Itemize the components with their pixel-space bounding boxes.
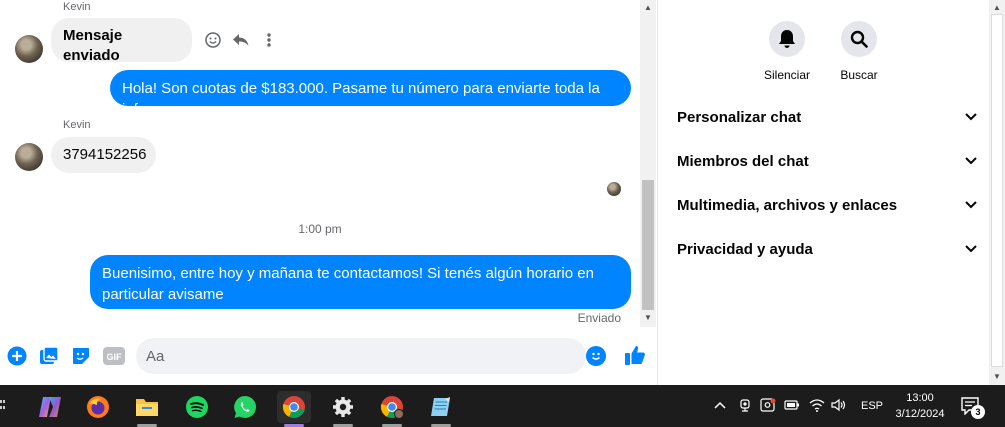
- message-list[interactable]: Kevin Mensaje enviado Hola! Son cuotas d…: [0, 0, 640, 327]
- chat-scrollbar[interactable]: ▲ ▼: [640, 0, 656, 327]
- section-label: Miembros del chat: [677, 152, 809, 170]
- widgets-edge-icon[interactable]: [0, 398, 6, 414]
- sent-status: Enviado: [577, 311, 621, 325]
- mute-action[interactable]: Silenciar: [747, 21, 827, 82]
- more-vertical-icon[interactable]: [259, 30, 279, 50]
- chat-info-panel: Silenciar Buscar Personalizar chat Miemb…: [657, 0, 1005, 385]
- section-label: Personalizar chat: [677, 108, 802, 126]
- copilot-icon[interactable]: [33, 391, 67, 423]
- file-explorer-icon[interactable]: [130, 391, 164, 427]
- chevron-up-icon[interactable]: [712, 400, 728, 412]
- scroll-down-arrow-icon[interactable]: ▼: [993, 372, 1001, 381]
- firefox-icon[interactable]: [81, 391, 115, 423]
- notification-center[interactable]: 3: [960, 397, 985, 420]
- volume-icon[interactable]: [831, 398, 847, 415]
- chevron-down-icon: [965, 201, 977, 209]
- chevron-down-icon: [965, 157, 977, 165]
- section-chat-members[interactable]: Miembros del chat: [677, 147, 977, 175]
- chevron-down-icon: [965, 113, 977, 121]
- avatar[interactable]: [15, 143, 43, 171]
- section-customize-chat[interactable]: Personalizar chat: [677, 103, 977, 131]
- sender-name: Kevin: [63, 119, 91, 131]
- message-actions: [203, 30, 279, 50]
- sticker-icon[interactable]: [70, 345, 92, 367]
- message-bubble-incoming[interactable]: 3794152256: [51, 137, 156, 173]
- avatar[interactable]: [15, 35, 43, 63]
- gif-label: GIF: [107, 352, 123, 362]
- language-indicator[interactable]: ESP: [861, 400, 883, 412]
- clock-date: 3/12/2024: [895, 408, 945, 420]
- thumbs-up-icon[interactable]: [624, 344, 646, 366]
- search-label: Buscar: [840, 68, 878, 82]
- smiley-icon[interactable]: [203, 30, 223, 50]
- mute-label: Silenciar: [763, 68, 811, 82]
- composer: GIF: [0, 337, 656, 377]
- reply-icon[interactable]: [231, 30, 251, 50]
- plus-circle-icon[interactable]: [6, 345, 28, 367]
- message-input-wrapper: [136, 338, 586, 374]
- section-media-files-links[interactable]: Multimedia, archivos y enlaces: [677, 191, 977, 219]
- scrollbar-thumb[interactable]: [642, 180, 654, 310]
- time-separator: 1:00 pm: [298, 222, 342, 236]
- read-receipt-avatar: [607, 182, 621, 196]
- spotify-icon[interactable]: [180, 391, 214, 423]
- bell-icon[interactable]: [769, 21, 805, 57]
- section-privacy-help[interactable]: Privacidad y ayuda: [677, 235, 977, 263]
- taskbar: ESP 13:00 3/12/2024 3: [0, 385, 1005, 427]
- gif-icon[interactable]: GIF: [102, 345, 126, 367]
- scroll-up-arrow-icon[interactable]: ▲: [644, 3, 652, 12]
- chevron-down-icon: [965, 245, 977, 253]
- chat-pane: Kevin Mensaje enviado Hola! Son cuotas d…: [0, 0, 656, 385]
- section-label: Multimedia, archivos y enlaces: [677, 196, 898, 214]
- notepad-icon[interactable]: [424, 391, 458, 427]
- battery-icon[interactable]: [784, 399, 800, 414]
- scroll-up-arrow-icon[interactable]: ▲: [993, 3, 1001, 12]
- scrollbar-thumb[interactable]: [991, 14, 1003, 367]
- chrome-profile-icon[interactable]: [375, 391, 409, 427]
- settings-icon[interactable]: [326, 391, 360, 427]
- screen-capture-icon[interactable]: [760, 397, 776, 415]
- panel-scrollbar[interactable]: ▲ ▼: [989, 0, 1005, 385]
- search-action[interactable]: Buscar: [819, 21, 899, 82]
- message-input[interactable]: [146, 338, 566, 374]
- section-label: Privacidad y ayuda: [677, 240, 813, 258]
- clock[interactable]: 13:00 3/12/2024: [888, 390, 952, 422]
- notification-badge: 3: [971, 405, 985, 419]
- whatsapp-icon[interactable]: [228, 391, 262, 423]
- clock-time: 13:00: [906, 392, 934, 404]
- search-icon[interactable]: [841, 21, 877, 57]
- scroll-down-arrow-icon[interactable]: ▼: [644, 313, 652, 322]
- image-icon[interactable]: [38, 345, 60, 367]
- camera-icon[interactable]: [738, 398, 752, 415]
- system-tray: ESP: [712, 385, 883, 427]
- emoji-icon[interactable]: [586, 346, 606, 366]
- message-bubble-outgoing[interactable]: Hola! Son cuotas de $183.000. Pasame tu …: [110, 70, 631, 118]
- message-bubble-outgoing[interactable]: Buenisimo, entre hoy y mañana te contact…: [90, 255, 631, 309]
- message-bubble-incoming[interactable]: Mensaje enviado: [51, 18, 192, 64]
- wifi-icon[interactable]: [809, 398, 825, 415]
- sender-name: Kevin: [63, 1, 91, 13]
- chrome-icon[interactable]: [277, 391, 311, 427]
